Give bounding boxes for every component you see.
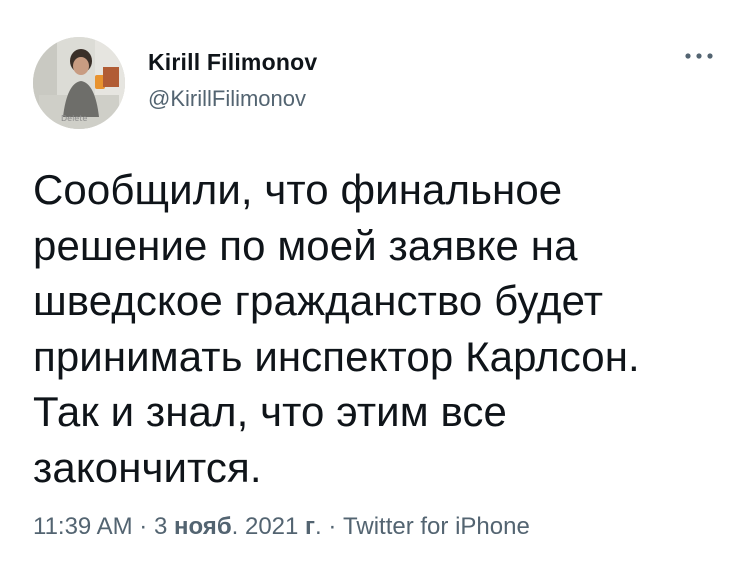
author-display-name[interactable]: Kirill Filimonov bbox=[148, 49, 317, 76]
tweet-card: Delete Kirill Filimonov @KirillFilimonov… bbox=[0, 0, 750, 570]
tweet-day[interactable]: 3 bbox=[154, 513, 174, 540]
svg-text:Delete: Delete bbox=[61, 114, 87, 123]
author-avatar[interactable]: Delete bbox=[33, 37, 125, 129]
tweet-year-end: . bbox=[315, 513, 322, 540]
tweet-month[interactable]: нояб bbox=[174, 513, 232, 540]
tweet-year-suffix[interactable]: г bbox=[305, 513, 315, 540]
meta-separator: · bbox=[132, 513, 154, 540]
tweet-text: Сообщили, что финальное решение по моей … bbox=[33, 166, 640, 491]
meta-separator: · bbox=[321, 513, 344, 540]
more-options-icon[interactable] bbox=[682, 48, 716, 64]
tweet-year[interactable]: . 2021 bbox=[232, 513, 305, 540]
author-handle[interactable]: @KirillFilimonov bbox=[148, 86, 306, 112]
tweet-meta: 11:39 AM · 3 нояб. 2021 г. · Twitter for… bbox=[33, 513, 530, 541]
avatar-image: Delete bbox=[33, 37, 125, 129]
tweet-time[interactable]: 11:39 AM bbox=[33, 513, 133, 540]
tweet-source-link[interactable]: Twitter for iPhone bbox=[343, 513, 530, 540]
